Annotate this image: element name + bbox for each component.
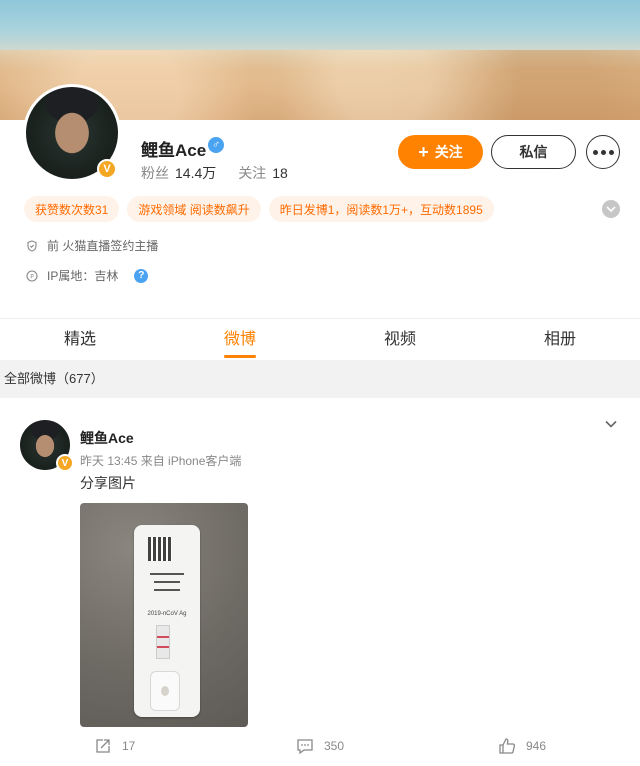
test-kit: 2019-nCoV Ag [134,525,200,717]
profile-name: 鲤鱼Ace [141,141,207,160]
help-icon[interactable]: ? [134,268,149,283]
expand-tags-button[interactable] [602,200,620,218]
following-label[interactable]: 关注 [238,165,266,181]
plus-icon: + [418,141,429,162]
test-window [156,625,170,659]
repost-button[interactable]: 17 [94,737,135,755]
dot-icon [600,149,606,155]
follow-label: 关注 [434,144,463,160]
verified-badge-icon: V [56,454,74,472]
thumbs-up-icon [499,738,516,754]
qr-code [148,537,172,561]
location-icon: P [26,269,38,282]
post-image[interactable]: 2019-nCoV Ag [80,503,248,727]
post-author-name[interactable]: 鲤鱼Ace [80,428,134,448]
like-button[interactable]: 946 [498,737,546,755]
post-text: 分享图片 [80,475,136,491]
profile-tabs: 精选 微博 视频 相册 [0,318,640,360]
profile-tags: 获赞数次数31 游戏领域 阅读数飙升 昨日发博1，阅读数1万+，互动数1895 [24,196,494,222]
sample-well [150,671,180,711]
verified-badge-icon: V [97,159,117,179]
tag-gaming-domain[interactable]: 游戏领域 阅读数飙升 [127,196,261,222]
profile-title-text: 前 火猫直播签约主播 [47,239,159,253]
comment-icon [297,739,313,755]
repost-icon [96,739,110,753]
dot-icon [592,149,598,155]
post-meta: 昨天 13:45 来自 iPhone客户端 [80,454,242,468]
message-button[interactable]: 私信 [491,135,576,169]
following-count[interactable]: 18 [272,165,288,181]
all-posts-header[interactable]: 全部微博（677） [0,360,640,398]
ip-location-row: P IP属地：吉林 ? [26,267,149,284]
comment-button[interactable]: 350 [296,737,344,755]
test-kit-label: 2019-nCoV Ag [147,611,187,617]
male-gender-icon: ♂ [208,137,224,153]
profile-title-row: 前 火猫直播签约主播 [26,237,158,254]
chevron-down-icon [606,206,616,212]
repost-count: 17 [122,739,136,753]
follow-button[interactable]: + 关注 [398,135,483,169]
fans-count[interactable]: 14.4万 [175,165,216,181]
shield-icon [26,239,38,252]
more-options-button[interactable] [586,135,620,169]
svg-text:P: P [30,273,34,280]
profile-stats: 粉丝 14.4万 关注 18 [141,163,310,183]
tag-yesterday-stats[interactable]: 昨日发博1，阅读数1万+，互动数1895 [268,196,494,222]
profile-avatar[interactable]: V [23,84,121,182]
tag-likes[interactable]: 获赞数次数31 [24,196,120,222]
like-count: 946 [526,739,547,753]
comment-count: 350 [324,739,345,753]
tab-featured[interactable]: 精选 [0,319,160,360]
fans-label[interactable]: 粉丝 [141,165,169,181]
tab-video[interactable]: 视频 [320,319,480,360]
ip-location-text: IP属地：吉林 [47,269,119,283]
tab-album[interactable]: 相册 [480,319,640,360]
tab-weibo[interactable]: 微博 [160,319,320,360]
post-author-avatar[interactable]: V [20,420,74,472]
dot-icon [608,149,614,155]
post-menu-chevron-icon[interactable] [603,416,619,432]
